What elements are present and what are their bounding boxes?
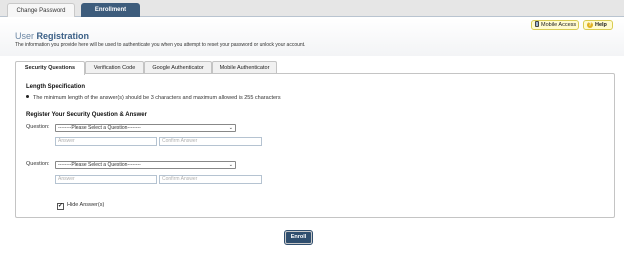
question-2-selected: --------Please Select a Question-------- <box>58 162 141 168</box>
question-1-label: Question: <box>26 124 50 130</box>
question-2-select[interactable]: --------Please Select a Question--------… <box>55 161 236 169</box>
confirm-answer-1-input[interactable]: Confirm Answer <box>159 137 262 146</box>
top-tab-bar: Change Password Enrollment <box>0 0 624 17</box>
hide-answers-checkbox[interactable]: ✓ <box>57 203 64 210</box>
question-1-select[interactable]: --------Please Select a Question--------… <box>55 124 236 132</box>
page-description: The information you provide here will be… <box>15 42 306 48</box>
question-1-selected: --------Please Select a Question-------- <box>58 125 141 131</box>
help-icon: ? <box>587 22 593 28</box>
page-title: User Registration <box>15 31 89 41</box>
tab-security-questions[interactable]: Security Questions <box>15 61 85 75</box>
tab-enrollment[interactable]: Enrollment <box>81 3 140 17</box>
chevron-down-icon: ⌄ <box>228 125 233 131</box>
page-title-registration: Registration <box>36 31 90 41</box>
tab-change-password[interactable]: Change Password <box>7 3 75 17</box>
confirm-answer-2-input[interactable]: Confirm Answer <box>159 175 262 184</box>
mobile-access-button[interactable]: Mobile Access <box>531 20 579 30</box>
answer-2-input[interactable]: Answer <box>55 175 157 184</box>
answer-1-input[interactable]: Answer <box>55 137 157 146</box>
mobile-access-label: Mobile Access <box>541 22 577 28</box>
chevron-down-icon: ⌄ <box>228 162 233 168</box>
enroll-button[interactable]: Enroll <box>284 230 313 245</box>
hide-answers-label: Hide Answer(s) <box>67 202 105 208</box>
hide-answers-option[interactable]: ✓ Hide Answer(s) <box>57 202 104 210</box>
length-spec-heading: Length Specification <box>26 84 86 90</box>
help-label: Help <box>595 22 607 28</box>
length-spec-rule: The minimum length of the answer(s) shou… <box>26 95 281 101</box>
help-button[interactable]: ? Help <box>583 20 613 30</box>
bullet-icon <box>26 95 29 98</box>
page-title-user: User <box>15 31 35 41</box>
mobile-phone-icon <box>535 21 539 27</box>
length-spec-rule-text: The minimum length of the answer(s) shou… <box>33 95 281 101</box>
security-questions-panel: Length Specification The minimum length … <box>15 73 615 218</box>
question-2-label: Question: <box>26 161 50 167</box>
register-heading: Register Your Security Question & Answer <box>26 112 147 118</box>
